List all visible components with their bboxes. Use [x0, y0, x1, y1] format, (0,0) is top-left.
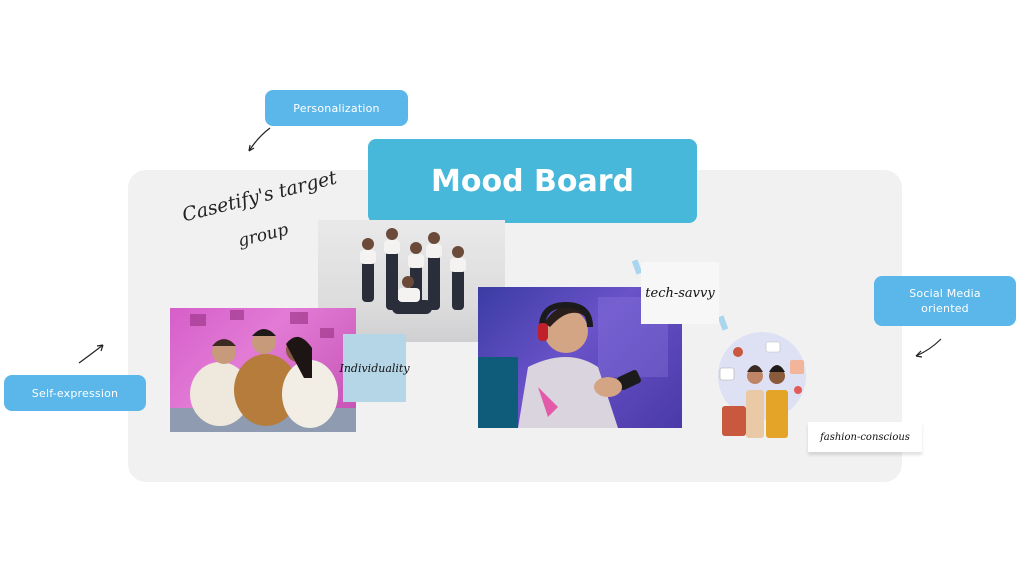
mood-board-title: Mood Board: [368, 139, 697, 223]
arrow-social-media: [915, 338, 942, 358]
note-tech-savvy: tech-savvy: [641, 262, 719, 324]
tag-social-media-oriented[interactable]: Social Media oriented: [874, 276, 1016, 326]
note-fashion-conscious: fashion-conscious: [808, 422, 922, 452]
tag-self-expression[interactable]: Self-expression: [4, 375, 146, 411]
illustration-fashion-shopping: [702, 330, 816, 442]
sticky-note-individuality: Individuality: [339, 334, 410, 402]
tag-personalization[interactable]: Personalization: [265, 90, 408, 126]
photo-friends-pink: [170, 308, 356, 432]
arrow-self-expression: [78, 344, 104, 364]
arrow-personalization: [248, 127, 271, 152]
